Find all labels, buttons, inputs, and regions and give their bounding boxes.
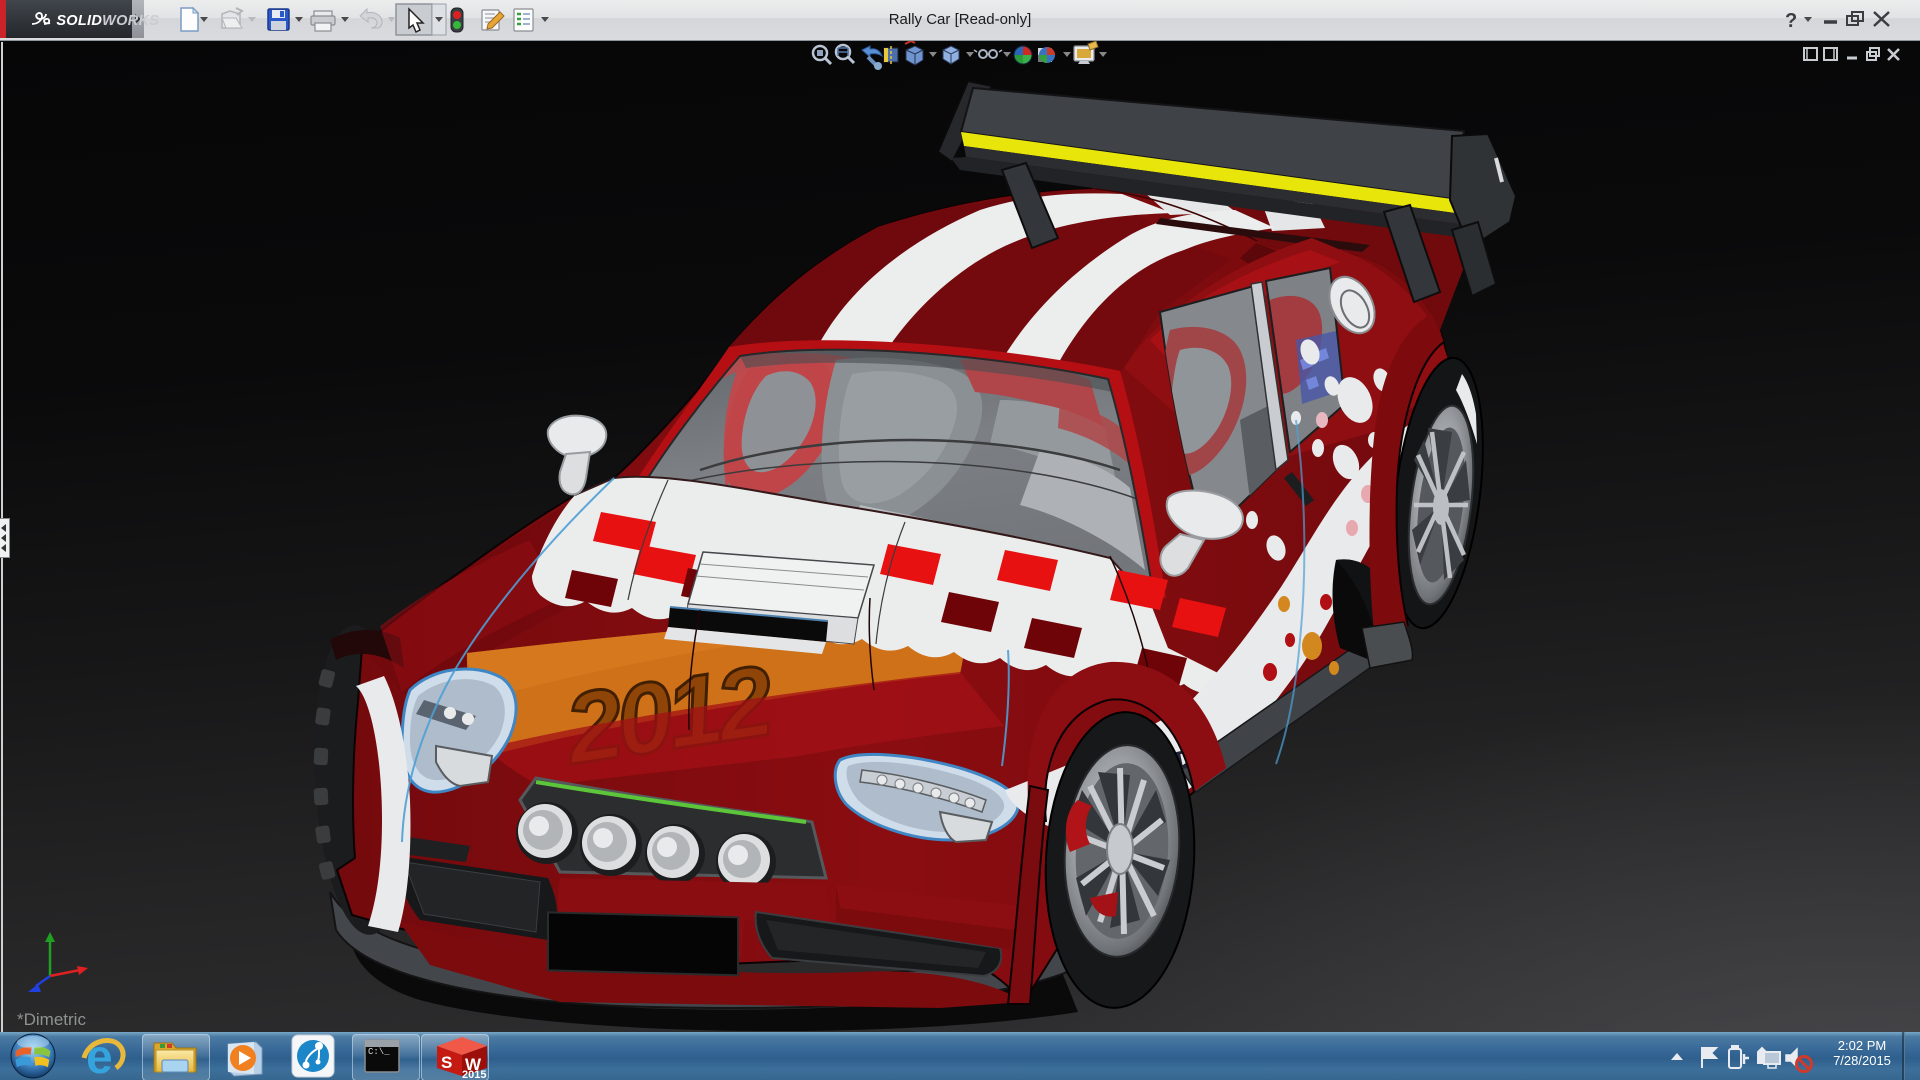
svg-text:C:\_: C:\_ xyxy=(368,1047,390,1057)
svg-text:?: ? xyxy=(1785,10,1797,32)
svg-text:S: S xyxy=(441,1053,452,1072)
svg-text:2015: 2015 xyxy=(462,1069,486,1080)
